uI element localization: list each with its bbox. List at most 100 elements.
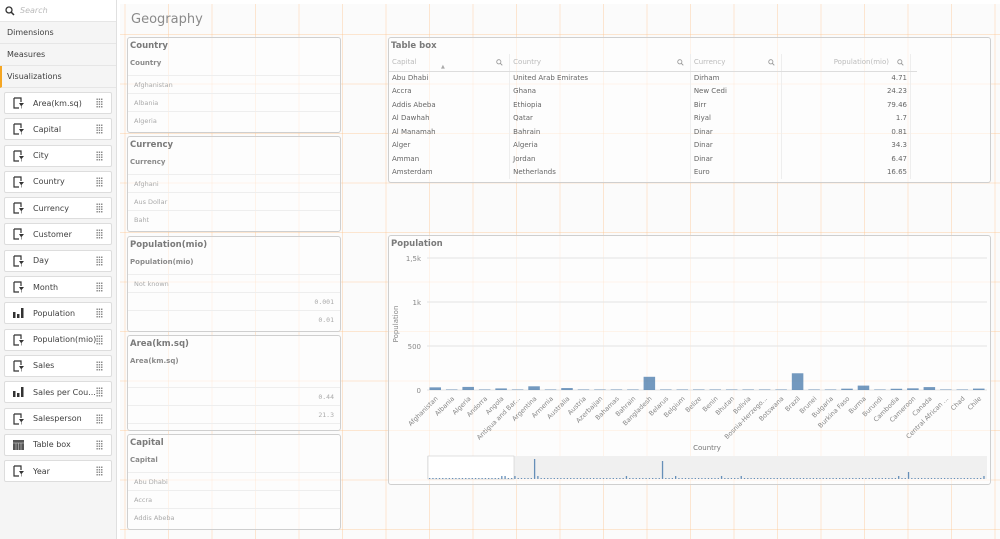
bar[interactable] <box>725 389 738 390</box>
viz-item-currency[interactable]: Currency <box>4 197 112 220</box>
search-icon[interactable] <box>768 59 775 66</box>
bar[interactable] <box>940 389 952 390</box>
bar[interactable] <box>561 388 573 390</box>
drag-handle-icon[interactable] <box>96 334 103 345</box>
filter-pane-2[interactable]: Population(mio) Population(mio) Not known 0… <box>127 235 341 332</box>
viz-item-month[interactable]: Month <box>4 276 112 299</box>
viz-item-table-box[interactable]: Table box <box>4 433 112 456</box>
filter-value[interactable]: Not known <box>128 273 340 292</box>
bar[interactable] <box>429 387 441 390</box>
table-row[interactable]: Addis Abeba Ethiopia Birr 79.46 <box>389 98 917 112</box>
drag-handle-icon[interactable] <box>96 360 103 371</box>
bar[interactable] <box>478 389 491 390</box>
viz-item-year[interactable]: Year <box>4 460 112 483</box>
bar[interactable] <box>973 388 985 390</box>
filter-field-header[interactable]: Country <box>128 54 340 67</box>
bar[interactable] <box>923 387 936 390</box>
drag-handle-icon[interactable] <box>96 413 103 424</box>
drag-handle-icon[interactable] <box>96 229 103 240</box>
search-input[interactable]: Search <box>0 0 116 22</box>
bar[interactable] <box>511 389 524 390</box>
filter-value[interactable]: 0.44 <box>128 386 340 405</box>
bar[interactable] <box>660 389 672 390</box>
filter-pane-1[interactable]: Currency Currency Afghani Aus Dollar Baht <box>127 136 341 233</box>
viz-item-sales-per-cou[interactable]: Sales per Cou... <box>4 381 112 404</box>
filter-value[interactable]: 25 <box>128 422 340 430</box>
bar[interactable] <box>643 376 656 390</box>
table-row[interactable]: Amsterdam Netherlands Euro 16.65 <box>389 165 917 179</box>
bar[interactable] <box>857 385 870 390</box>
table-row[interactable]: Amman Jordan Dinar 6.47 <box>389 152 917 166</box>
bar[interactable] <box>577 389 590 390</box>
viz-item-sales[interactable]: Sales <box>4 354 112 377</box>
drag-handle-icon[interactable] <box>96 308 103 319</box>
filter-value[interactable]: Abu Dhabi <box>128 472 340 490</box>
filter-value[interactable]: Addis Abeba <box>128 508 340 526</box>
bar[interactable] <box>495 388 507 390</box>
bar[interactable] <box>775 389 787 390</box>
bar[interactable] <box>874 389 886 390</box>
drag-handle-icon[interactable] <box>96 150 103 161</box>
table-row[interactable]: Abu Dhabi United Arab Emirates Dirham 4.71 <box>389 71 917 85</box>
viz-item-day[interactable]: Day <box>4 249 112 272</box>
filter-field-header[interactable]: Area(km.sq) <box>128 352 340 365</box>
section-visualizations[interactable]: Visualizations <box>0 66 116 88</box>
viz-item-salesperson[interactable]: Salesperson <box>4 407 112 430</box>
bar[interactable] <box>693 389 705 390</box>
bar[interactable] <box>544 389 557 390</box>
table-row[interactable]: Alger Algeria Dinar 34.3 <box>389 138 917 152</box>
scrollbar-thumb[interactable] <box>427 455 515 480</box>
filter-value[interactable]: 21.3 <box>128 404 340 423</box>
drag-handle-icon[interactable] <box>96 176 103 187</box>
population-chart-panel[interactable]: Population 0 500 1k 1,5k Population Afghanist… <box>388 235 991 485</box>
bar[interactable] <box>808 389 820 390</box>
filter-value[interactable]: Accra <box>128 490 340 508</box>
filter-field-header[interactable]: Capital <box>128 451 340 464</box>
bar[interactable] <box>758 389 771 390</box>
drag-handle-icon[interactable] <box>96 124 103 135</box>
viz-item-capital[interactable]: Capital <box>4 118 112 141</box>
drag-handle-icon[interactable] <box>96 203 103 214</box>
filter-value[interactable]: Afghani <box>128 174 340 192</box>
drag-handle-icon[interactable] <box>96 439 103 450</box>
filter-value[interactable]: Afghanistan <box>128 75 340 93</box>
bar[interactable] <box>791 373 804 390</box>
bar[interactable] <box>676 389 689 390</box>
filter-pane-3[interactable]: Area(km.sq) Area(km.sq) 0.4421.325 <box>127 334 341 431</box>
search-icon[interactable] <box>496 59 503 66</box>
table-row[interactable]: Al Manamah Bahrain Dinar 0.81 <box>389 125 917 139</box>
drag-handle-icon[interactable] <box>96 466 103 477</box>
bar[interactable] <box>956 389 969 390</box>
filter-pane-4[interactable]: Capital Capital Abu Dhabi Accra Addis Abeba <box>127 434 341 531</box>
filter-value[interactable]: Aus Dollar <box>128 192 340 210</box>
filter-value[interactable]: Algeria <box>128 111 340 129</box>
viz-item-population[interactable]: Population <box>4 302 112 325</box>
table-row[interactable]: Accra Ghana New Cedi 24.23 <box>389 84 917 98</box>
drag-handle-icon[interactable] <box>96 387 103 398</box>
filter-pane-0[interactable]: Country Country Afghanistan Albania Algeria <box>127 37 341 133</box>
bar[interactable] <box>610 389 623 390</box>
bar[interactable] <box>445 389 458 390</box>
search-icon[interactable] <box>897 59 904 66</box>
column-header[interactable]: Capital ▲ <box>389 54 511 72</box>
column-header[interactable]: Population(mio) <box>781 54 912 72</box>
viz-item-population-mio[interactable]: Population(mio) <box>4 328 112 351</box>
drag-handle-icon[interactable] <box>96 255 103 266</box>
drag-handle-icon[interactable] <box>96 98 103 108</box>
viz-item-country[interactable]: Country <box>4 170 112 193</box>
drag-handle-icon[interactable] <box>96 282 103 293</box>
bar[interactable] <box>462 386 474 390</box>
viz-item-customer[interactable]: Customer <box>4 223 112 246</box>
bar[interactable] <box>890 388 903 390</box>
viz-item-city[interactable]: City <box>4 144 112 167</box>
section-measures[interactable]: Measures <box>0 44 116 66</box>
column-header[interactable]: Country <box>509 54 691 72</box>
filter-value[interactable]: 0.01 <box>128 309 340 328</box>
bar[interactable] <box>907 388 919 390</box>
table-row[interactable]: Al Dawhah Qatar Riyal 1.7 <box>389 111 917 125</box>
bar[interactable] <box>627 389 639 390</box>
bar[interactable] <box>742 389 754 390</box>
bar[interactable] <box>841 388 853 390</box>
filter-value[interactable]: Baht <box>128 210 340 228</box>
column-header[interactable]: Currency <box>690 54 782 72</box>
